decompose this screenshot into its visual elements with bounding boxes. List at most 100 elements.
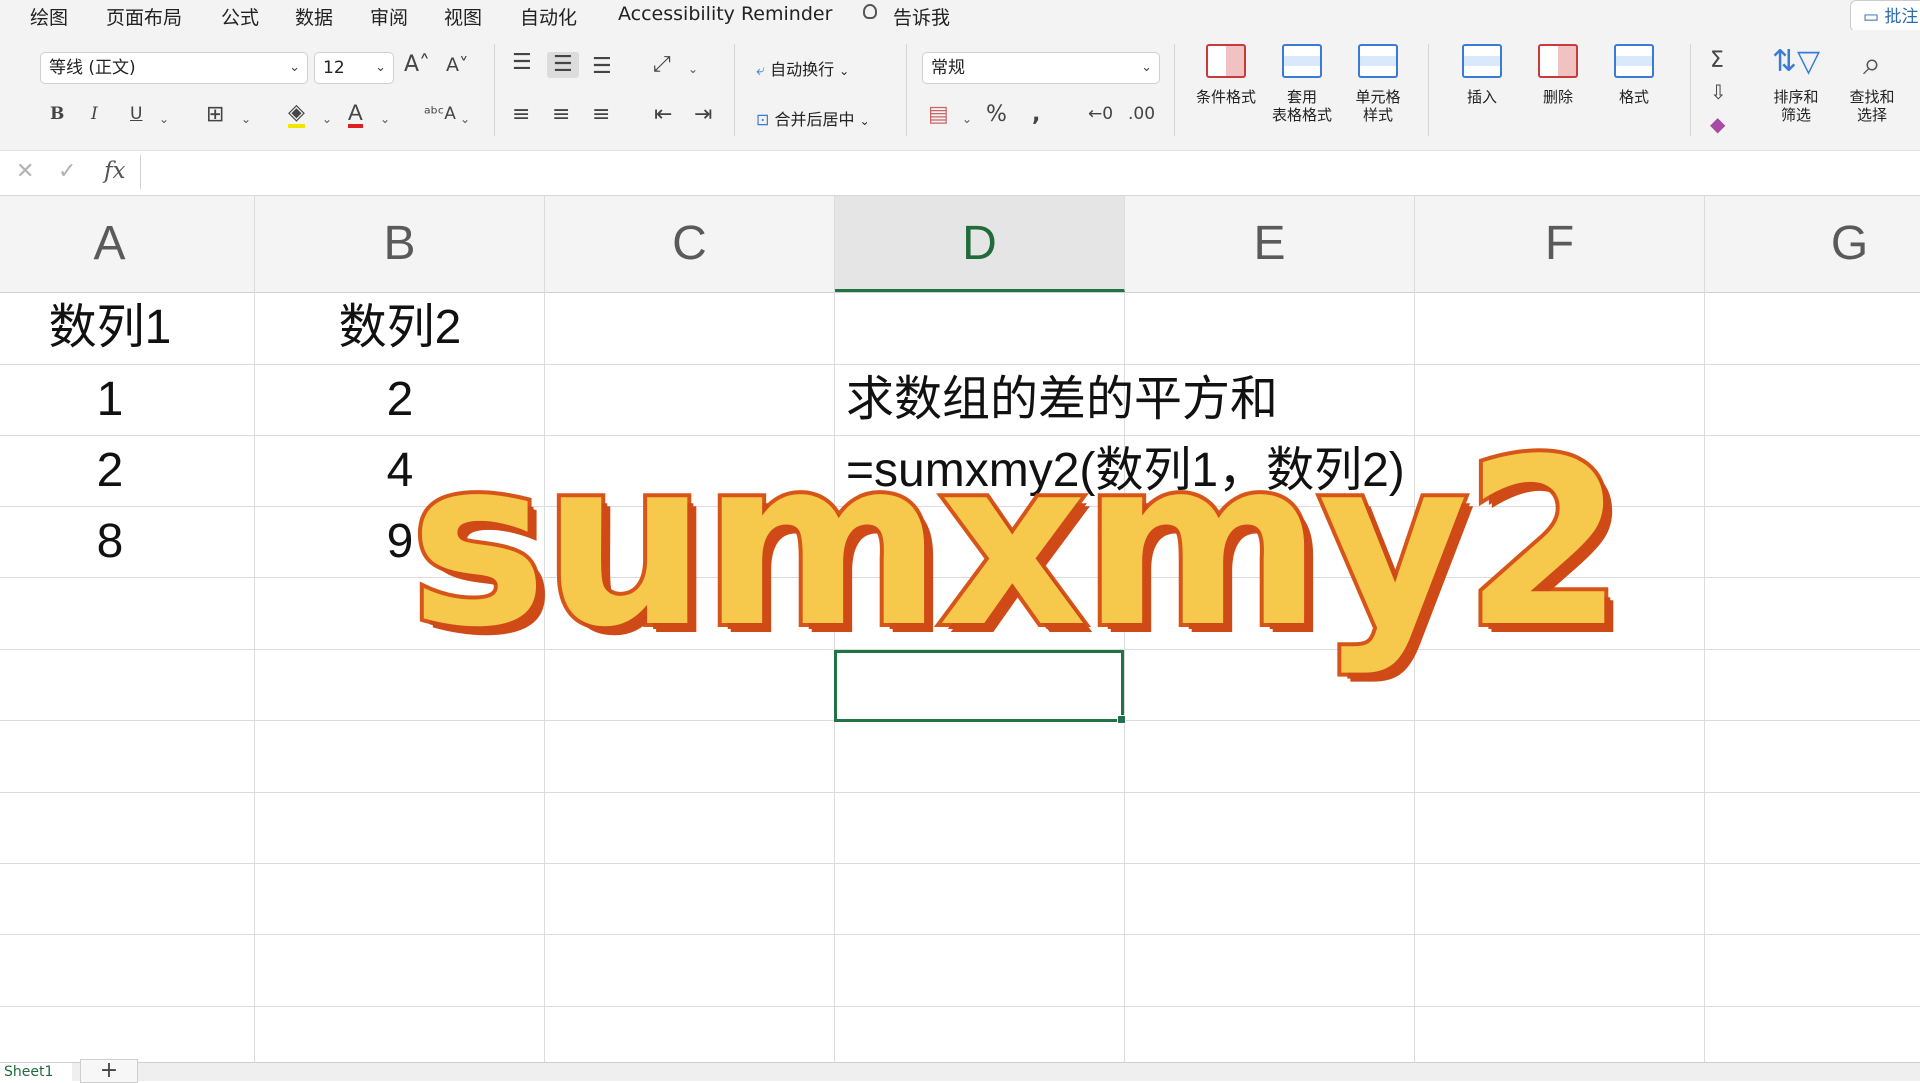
- comma-style-icon[interactable]: ,: [1032, 104, 1040, 126]
- insert-button[interactable]: 插入: [1446, 44, 1518, 144]
- chevron-down-icon[interactable]: ⌄: [322, 112, 332, 126]
- tab-formulas[interactable]: 公式: [221, 3, 259, 30]
- column-header-f[interactable]: F: [1415, 196, 1705, 292]
- chevron-down-icon[interactable]: ⌄: [241, 112, 251, 126]
- sheet-tab[interactable]: Sheet1: [0, 1063, 72, 1081]
- decrease-indent-icon[interactable]: ⇤: [654, 104, 672, 126]
- merge-cells-icon: ⊡: [756, 110, 770, 129]
- number-format-select[interactable]: 常规 ⌄: [922, 52, 1160, 84]
- tab-data[interactable]: 数据: [295, 3, 333, 30]
- font-size-select[interactable]: 12 ⌄: [314, 52, 394, 84]
- cell-styles-button[interactable]: 单元格 样式: [1342, 44, 1414, 144]
- decrease-font-icon[interactable]: A˅: [446, 56, 469, 75]
- chevron-down-icon[interactable]: ⌄: [460, 112, 470, 126]
- format-button[interactable]: 格式: [1598, 44, 1670, 144]
- insert-function-icon[interactable]: fx: [104, 158, 125, 184]
- align-middle-icon[interactable]: ☰: [547, 52, 579, 78]
- italic-icon[interactable]: I: [91, 106, 98, 123]
- comments-label: 批注: [1884, 7, 1919, 27]
- chevron-down-icon[interactable]: ⌄: [380, 112, 390, 126]
- increase-decimal-icon[interactable]: ←0: [1088, 106, 1113, 123]
- chevron-down-icon[interactable]: ⌄: [688, 62, 698, 76]
- formula-input[interactable]: [140, 155, 1911, 189]
- tab-automate[interactable]: 自动化: [520, 3, 577, 30]
- sort-filter-icon: ⇅▽: [1771, 44, 1821, 79]
- ribbon-divider: [1690, 44, 1691, 136]
- align-center-icon[interactable]: ≡: [552, 104, 570, 126]
- column-header-b[interactable]: B: [255, 196, 545, 292]
- tab-page-layout[interactable]: 页面布局: [106, 3, 182, 30]
- font-name-value: 等线 (正文): [49, 58, 136, 78]
- cell-a1[interactable]: 数列1: [0, 292, 255, 363]
- column-header-a[interactable]: A: [0, 196, 255, 292]
- column-header-d[interactable]: D: [835, 196, 1125, 292]
- increase-font-icon[interactable]: A˄: [404, 54, 430, 76]
- grid-line: [0, 863, 1920, 864]
- format-as-table-button[interactable]: 套用 表格格式: [1266, 44, 1338, 144]
- grid-line: [0, 934, 1920, 935]
- delete-button[interactable]: 删除: [1522, 44, 1594, 144]
- cell-styles-icon: [1358, 44, 1398, 78]
- chevron-down-icon[interactable]: ⌄: [962, 112, 972, 126]
- add-sheet-button[interactable]: +: [80, 1059, 138, 1083]
- tab-review[interactable]: 审阅: [370, 3, 408, 30]
- grid-line: [1704, 292, 1705, 1062]
- cell-a4[interactable]: 8: [0, 506, 255, 577]
- find-select-button[interactable]: ⌕ 查找和 选择: [1836, 44, 1908, 144]
- wrap-text-button[interactable]: ⤶ 自动换行 ⌄: [756, 56, 849, 80]
- tab-view[interactable]: 视图: [444, 3, 482, 30]
- wrap-text-icon: ⤶: [756, 60, 765, 79]
- fill-icon[interactable]: ⇩: [1710, 82, 1727, 102]
- align-top-icon[interactable]: ☰: [512, 52, 532, 74]
- borders-icon[interactable]: ⊞: [206, 104, 224, 126]
- column-header-g[interactable]: G: [1705, 196, 1920, 292]
- delete-cells-icon: [1538, 44, 1578, 78]
- confirm-icon[interactable]: ✓: [58, 159, 76, 184]
- tab-accessibility-reminder[interactable]: Accessibility Reminder: [618, 3, 832, 25]
- font-name-select[interactable]: 等线 (正文) ⌄: [40, 52, 308, 84]
- bold-icon[interactable]: B: [50, 106, 64, 123]
- increase-indent-icon[interactable]: ⇥: [694, 104, 712, 126]
- chevron-down-icon[interactable]: ⌄: [159, 112, 169, 126]
- merge-center-button[interactable]: ⊡ 合并后居中 ⌄: [756, 106, 870, 130]
- lightbulb-icon: [863, 4, 877, 19]
- ribbon-divider: [1428, 44, 1429, 136]
- phonetic-icon[interactable]: ᵃᵇᶜA: [424, 106, 456, 123]
- tab-draw[interactable]: 绘图: [30, 3, 68, 30]
- align-bottom-icon[interactable]: ☰: [592, 56, 612, 78]
- find-select-label: 查找和 选择: [1849, 88, 1895, 124]
- orientation-icon[interactable]: ⤢: [653, 54, 671, 76]
- align-left-icon[interactable]: ≡: [512, 104, 530, 126]
- format-as-table-label: 套用 表格格式: [1271, 88, 1332, 124]
- merge-center-label: 合并后居中: [774, 110, 855, 129]
- cell-a2[interactable]: 1: [0, 364, 255, 435]
- sort-filter-button[interactable]: ⇅▽ 排序和 筛选: [1760, 44, 1832, 144]
- chevron-down-icon: ⌄: [289, 60, 300, 75]
- align-right-icon[interactable]: ≡: [592, 104, 610, 126]
- autosum-icon[interactable]: Σ: [1710, 50, 1724, 72]
- fill-handle[interactable]: [1117, 715, 1126, 724]
- grid-line: [0, 792, 1920, 793]
- cell-a3[interactable]: 2: [0, 435, 255, 506]
- fill-color-icon[interactable]: ◈: [288, 102, 305, 128]
- grid-line: [0, 1006, 1920, 1007]
- tell-me-search[interactable]: 告诉我: [893, 3, 950, 30]
- column-header-e[interactable]: E: [1125, 196, 1415, 292]
- conditional-formatting-icon: [1206, 44, 1246, 78]
- accounting-format-icon[interactable]: ▤: [928, 104, 949, 126]
- decrease-decimal-icon[interactable]: .00: [1128, 106, 1155, 123]
- comments-button[interactable]: ▭ 批注: [1850, 0, 1920, 32]
- underline-icon[interactable]: U: [130, 106, 142, 123]
- column-headers: A B C D E F G: [0, 196, 1920, 293]
- cancel-icon[interactable]: ✕: [16, 159, 34, 184]
- chevron-down-icon: ⌄: [375, 60, 386, 75]
- column-header-c[interactable]: C: [545, 196, 835, 292]
- clear-icon[interactable]: ◆: [1710, 114, 1725, 134]
- cell-b1[interactable]: 数列2: [255, 292, 545, 363]
- conditional-formatting-button[interactable]: 条件格式: [1190, 44, 1262, 144]
- font-size-value: 12: [323, 58, 345, 78]
- font-color-icon[interactable]: A: [348, 102, 363, 128]
- formula-bar: ✕ ✓ fx: [0, 150, 1920, 196]
- percent-icon[interactable]: %: [986, 104, 1007, 126]
- ribbon-divider: [494, 44, 495, 136]
